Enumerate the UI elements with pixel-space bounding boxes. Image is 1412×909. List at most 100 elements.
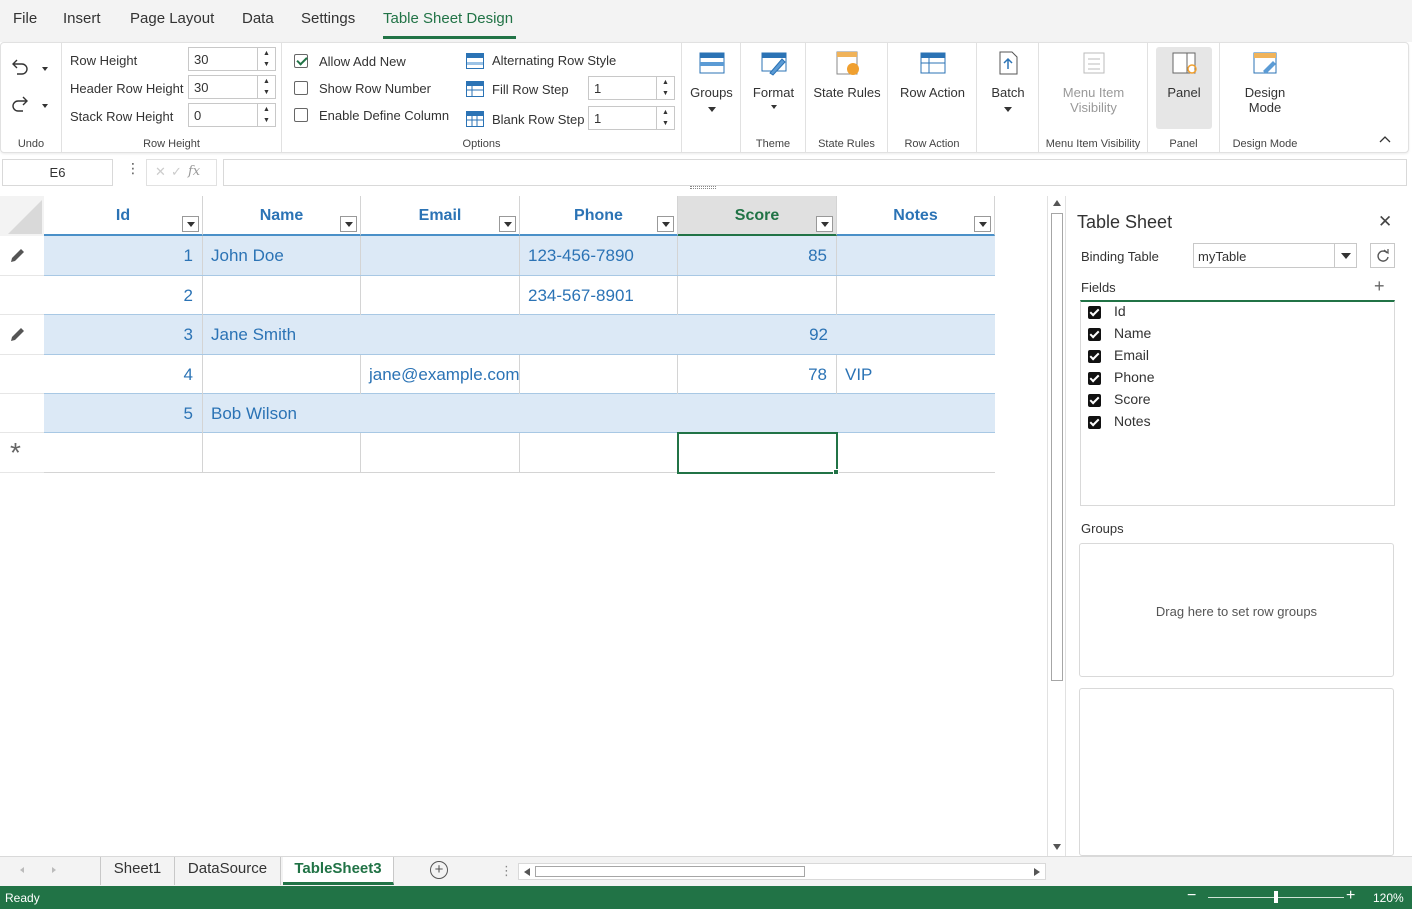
cell-email[interactable]: [361, 276, 520, 315]
cell-email[interactable]: [361, 394, 520, 433]
tab-splitter-icon[interactable]: ⋮: [500, 863, 513, 879]
panel-button[interactable]: Panel: [1156, 47, 1212, 129]
vertical-scrollbar[interactable]: [1047, 196, 1066, 856]
groups-button[interactable]: Groups: [682, 49, 741, 112]
cell-phone[interactable]: 123-456-7890: [520, 236, 678, 275]
alternating-row-style-icon[interactable]: [466, 53, 484, 69]
undo-dropdown-icon[interactable]: [42, 67, 48, 71]
sheet-tab-sheet1[interactable]: Sheet1: [100, 857, 175, 885]
cell-id[interactable]: 4: [44, 355, 203, 394]
filter-dropdown-icon[interactable]: [499, 216, 516, 232]
prev-sheet-icon[interactable]: [20, 867, 24, 873]
scroll-down-icon[interactable]: [1053, 844, 1061, 850]
fx-icon[interactable]: fx: [188, 164, 200, 179]
batch-dropdown-icon[interactable]: [1004, 107, 1012, 112]
state-rules-button[interactable]: State Rules: [806, 49, 888, 100]
cell-notes[interactable]: [837, 315, 995, 354]
cell-notes[interactable]: VIP: [837, 355, 995, 394]
cell-id[interactable]: 1: [44, 236, 203, 275]
cancel-icon[interactable]: ✕: [155, 164, 166, 180]
row-header[interactable]: [0, 315, 44, 355]
add-sheet-icon[interactable]: +: [430, 861, 448, 879]
cell-name[interactable]: John Doe: [203, 236, 361, 275]
row-groups-drop-zone[interactable]: Drag here to set row groups: [1079, 543, 1394, 677]
column-header-name[interactable]: Name: [203, 196, 361, 236]
cell-phone[interactable]: [520, 315, 678, 354]
zoom-level[interactable]: 120%: [1373, 891, 1404, 905]
field-checkbox[interactable]: [1088, 372, 1101, 385]
cell-name[interactable]: Jane Smith: [203, 315, 361, 354]
select-all-corner[interactable]: [0, 196, 44, 236]
values-drop-zone[interactable]: [1079, 688, 1394, 856]
redo-dropdown-icon[interactable]: [42, 104, 48, 108]
close-panel-icon[interactable]: ✕: [1378, 212, 1392, 232]
enable-define-column-checkbox[interactable]: [294, 108, 308, 122]
field-checkbox[interactable]: [1088, 328, 1101, 341]
cell-phone[interactable]: [520, 394, 678, 433]
menu-insert[interactable]: Insert: [63, 10, 101, 27]
format-dropdown-icon[interactable]: [770, 105, 777, 109]
field-checkbox[interactable]: [1088, 350, 1101, 363]
column-header-score[interactable]: Score: [678, 196, 837, 236]
new-row-cell[interactable]: [44, 433, 203, 472]
batch-button[interactable]: Batch: [977, 49, 1039, 112]
formula-input[interactable]: [223, 159, 1407, 186]
field-checkbox[interactable]: [1088, 306, 1101, 319]
cell-id[interactable]: 3: [44, 315, 203, 354]
cell-email[interactable]: jane@example.com: [361, 355, 520, 394]
cell-email[interactable]: [361, 315, 520, 354]
menu-settings[interactable]: Settings: [301, 10, 355, 27]
column-header-id[interactable]: Id: [44, 196, 203, 236]
horizontal-scrollbar[interactable]: [518, 863, 1046, 880]
new-row-cell[interactable]: [361, 433, 520, 472]
cell-score[interactable]: [678, 276, 837, 315]
undo-icon[interactable]: [9, 58, 31, 81]
name-box[interactable]: E6: [2, 159, 113, 186]
splitter-handle[interactable]: [690, 186, 716, 189]
new-row-header[interactable]: *: [0, 433, 44, 473]
stack-row-height-spinner[interactable]: ▲ ▼: [257, 104, 275, 126]
allow-add-new-label[interactable]: Allow Add New: [319, 54, 406, 69]
column-header-notes[interactable]: Notes: [837, 196, 995, 236]
cell-name[interactable]: Bob Wilson: [203, 394, 361, 433]
sheet-tab-datasource[interactable]: DataSource: [175, 857, 281, 885]
cell-notes[interactable]: [837, 276, 995, 315]
new-row-cell[interactable]: [203, 433, 361, 472]
cell-score[interactable]: [678, 394, 837, 433]
column-header-email[interactable]: Email: [361, 196, 520, 236]
alternating-row-style-label[interactable]: Alternating Row Style: [492, 53, 616, 68]
menu-page-layout[interactable]: Page Layout: [130, 10, 214, 27]
next-sheet-icon[interactable]: [52, 867, 56, 873]
menu-data[interactable]: Data: [242, 10, 274, 27]
row-action-button[interactable]: Row Action: [888, 49, 977, 100]
row-header[interactable]: [0, 355, 44, 394]
cell-notes[interactable]: [837, 236, 995, 275]
blank-row-step-spinner[interactable]: ▲ ▼: [656, 107, 674, 129]
new-row-cell[interactable]: [520, 433, 678, 472]
cell-id[interactable]: 2: [44, 276, 203, 315]
filter-dropdown-icon[interactable]: [182, 216, 199, 232]
row-header[interactable]: [0, 236, 44, 276]
confirm-icon[interactable]: ✓: [171, 164, 182, 180]
cell-id[interactable]: 5: [44, 394, 203, 433]
sheet-tab-tablesheet3[interactable]: TableSheet3: [283, 857, 394, 885]
vertical-scroll-thumb[interactable]: [1051, 213, 1063, 681]
new-row-cell[interactable]: [837, 433, 995, 472]
chevron-down-icon[interactable]: [1334, 244, 1356, 267]
scroll-right-icon[interactable]: [1034, 868, 1040, 876]
header-row-height-spinner[interactable]: ▲ ▼: [257, 76, 275, 98]
menu-table-sheet-design[interactable]: Table Sheet Design: [383, 10, 513, 27]
fill-handle[interactable]: [833, 469, 839, 475]
menu-file[interactable]: File: [13, 10, 37, 27]
field-checkbox[interactable]: [1088, 394, 1101, 407]
fill-row-step-input[interactable]: 1 ▲ ▼: [588, 76, 675, 100]
zoom-slider[interactable]: [1208, 891, 1344, 903]
show-row-number-checkbox[interactable]: [294, 81, 308, 95]
filter-dropdown-icon[interactable]: [816, 216, 833, 232]
filter-dropdown-icon[interactable]: [340, 216, 357, 232]
zoom-in-icon[interactable]: +: [1346, 887, 1355, 905]
header-row-height-input[interactable]: 30 ▲ ▼: [188, 75, 276, 99]
menu-item-visibility-button[interactable]: Menu Item Visibility: [1039, 49, 1148, 115]
redo-icon[interactable]: [9, 95, 31, 118]
cell-phone[interactable]: 234-567-8901: [520, 276, 678, 315]
